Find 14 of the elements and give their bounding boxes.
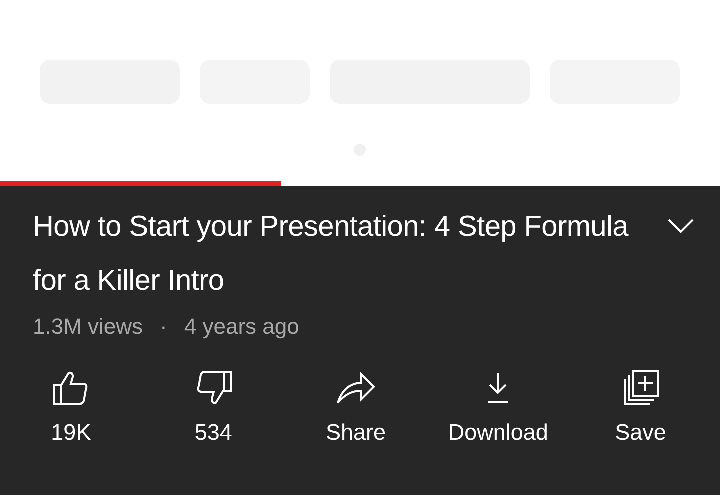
share-arrow-icon xyxy=(336,370,376,406)
progress-bar[interactable] xyxy=(0,181,720,186)
video-title: How to Start your Presentation: 4 Step Formula for a Killer Intro xyxy=(33,210,630,299)
dislike-button[interactable]: 534 xyxy=(142,368,285,446)
separator-dot: · xyxy=(160,313,168,341)
share-button[interactable]: Share xyxy=(284,368,428,446)
thumbs-down-icon xyxy=(194,369,233,407)
thumbs-up-icon xyxy=(52,369,90,407)
like-button[interactable]: 19K xyxy=(0,368,142,446)
playlist-add-icon xyxy=(622,369,660,407)
upload-age: 4 years ago xyxy=(184,313,300,341)
download-button[interactable]: Download xyxy=(427,368,570,446)
view-count: 1.3M views xyxy=(33,313,144,341)
save-button[interactable]: Save xyxy=(570,368,712,446)
